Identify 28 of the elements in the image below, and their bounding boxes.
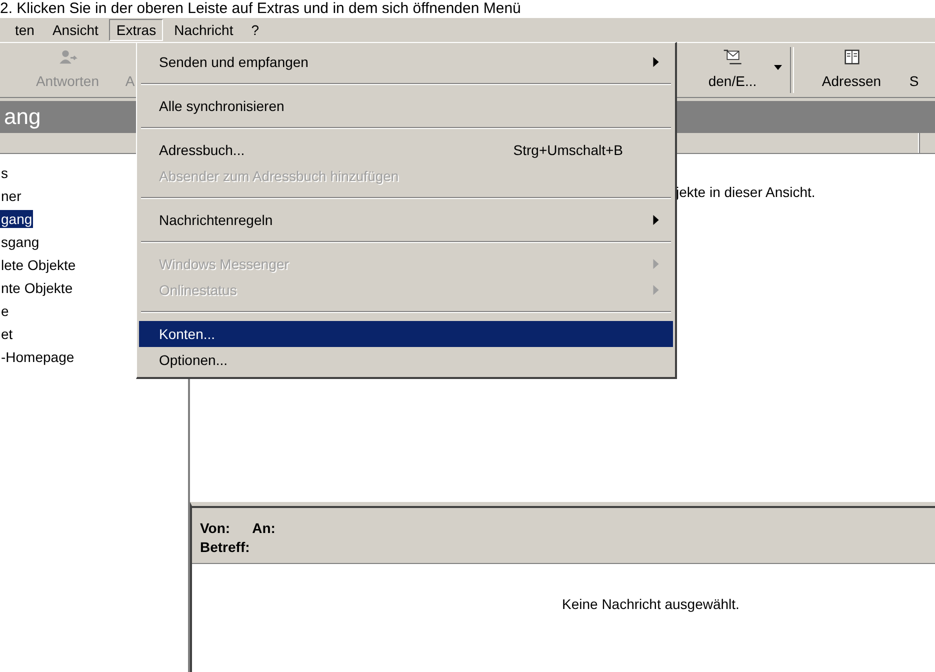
menu-item[interactable]: Nachrichtenregeln <box>139 207 673 233</box>
to-label: An: <box>252 520 276 536</box>
folder-item[interactable]: -Homepage <box>0 346 76 369</box>
menu-item[interactable]: Konten... <box>139 321 673 347</box>
menu-bar-item[interactable]: ? <box>244 19 266 41</box>
instruction-text: 2. Klicken Sie in der oberen Leiste auf Extras und in dem sich öffnenden Menü <box>0 0 935 18</box>
menu-bar-item[interactable]: Extras <box>109 19 164 41</box>
toolbar-button[interactable]: Adressen <box>804 43 899 97</box>
no-message-text: Keine Nachricht ausgewählt. <box>562 596 740 612</box>
folder-item[interactable]: et <box>0 323 14 346</box>
subject-label: Betreff: <box>200 539 251 555</box>
folder-item[interactable]: lete Objekte <box>0 254 77 277</box>
menu-bar-item[interactable]: ten <box>8 19 42 41</box>
toolbar-button[interactable]: S <box>899 43 929 97</box>
folder-item[interactable]: ner <box>0 185 22 208</box>
menu-bar-item[interactable]: Nachricht <box>167 19 240 41</box>
menu-item[interactable]: Optionen... <box>139 347 673 373</box>
folder-item[interactable]: e <box>0 300 10 323</box>
folder-item[interactable]: s <box>0 162 9 185</box>
folder-item[interactable]: sgang <box>0 231 40 254</box>
folder-item[interactable]: gang <box>0 210 34 228</box>
menu-item[interactable]: Adressbuch... Strg+Umschalt+B <box>139 137 673 163</box>
folder-title: ang <box>4 104 41 130</box>
menu-bar-item[interactable]: Ansicht <box>45 19 106 41</box>
empty-list-message: jekte in dieser Ansicht. <box>676 184 816 200</box>
toolbar-button[interactable]: den/E... <box>685 43 780 97</box>
folder-item[interactable]: nte Objekte <box>0 277 74 300</box>
from-label: Von: <box>200 520 230 536</box>
